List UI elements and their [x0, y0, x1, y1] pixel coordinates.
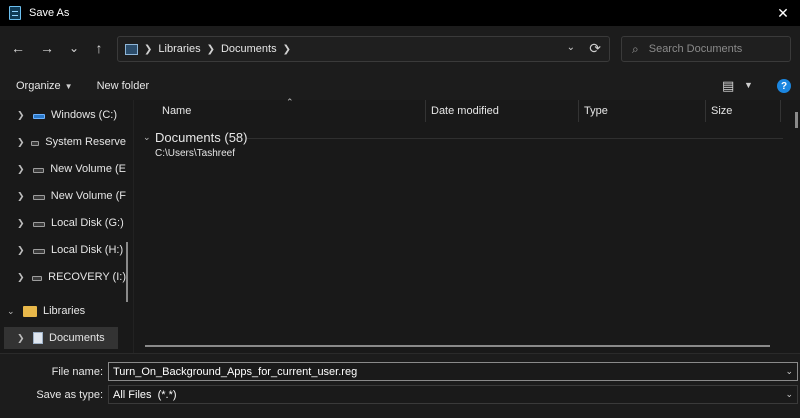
file-name-row: File name: Turn_On_Background_Apps_for_c…	[0, 362, 800, 381]
sidebar-item-windows-c[interactable]: ❯ Windows (C:)	[0, 104, 126, 126]
column-header-name[interactable]: Name	[162, 100, 191, 122]
vertical-scrollbar[interactable]	[795, 112, 798, 128]
sidebar-item-label: RECOVERY (I:)	[48, 271, 126, 283]
search-box[interactable]: ⌕	[621, 36, 791, 62]
drive-icon	[32, 194, 45, 200]
windows-drive-icon	[33, 113, 45, 119]
chevron-right-icon[interactable]: ❯	[283, 44, 291, 55]
sidebar-item-local-disk-g[interactable]: ❯ Local Disk (G:)	[0, 212, 126, 234]
sidebar-item-label: System Reserve	[45, 136, 126, 148]
sidebar-item-new-volume-e[interactable]: ❯ New Volume (E	[0, 158, 126, 180]
sidebar-item-documents[interactable]: ❯ Documents	[4, 327, 118, 349]
back-arrow-icon[interactable]: ←	[7, 37, 29, 59]
sidebar-item-local-disk-h[interactable]: ❯ Local Disk (H:)	[0, 239, 126, 261]
sidebar-scrollbar[interactable]	[126, 242, 128, 302]
save-type-select[interactable]: All Files (*.*) ⌄	[108, 385, 798, 404]
column-divider[interactable]	[780, 100, 781, 122]
search-input[interactable]	[648, 43, 779, 55]
sidebar-item-new-volume-f[interactable]: ❯ New Volume (F	[0, 185, 126, 207]
column-divider[interactable]	[578, 100, 579, 122]
up-arrow-icon[interactable]: ↑	[88, 37, 110, 59]
save-type-label: Save as type:	[36, 388, 103, 401]
new-folder-button[interactable]: New folder	[97, 80, 150, 92]
file-name-value[interactable]: Turn_On_Background_Apps_for_current_user…	[113, 366, 357, 378]
refresh-icon[interactable]: ⟳	[589, 40, 601, 57]
column-divider[interactable]	[425, 100, 426, 122]
chevron-down-icon[interactable]: ⌄	[785, 366, 793, 377]
sidebar-item-label: New Volume (F	[50, 190, 126, 202]
address-bar[interactable]: ❯ Libraries ❯ Documents ❯ ⌄ ⟳	[117, 36, 610, 62]
group-path: C:\Users\Tashreef	[155, 148, 236, 159]
chevron-right-icon[interactable]: ❯	[17, 137, 25, 148]
group-header[interactable]: ⌄ Documents (58)	[143, 130, 247, 145]
chevron-right-icon: ❯	[144, 43, 153, 55]
drive-icon	[33, 248, 45, 254]
sort-ascending-icon: ⌃	[286, 97, 294, 107]
forward-arrow-icon[interactable]: →	[36, 37, 58, 59]
sidebar-item-label: Windows (C:)	[51, 109, 118, 121]
recent-locations-icon[interactable]: ⌄	[63, 37, 85, 59]
chevron-right-icon[interactable]: ❯	[17, 110, 27, 121]
chevron-down-icon[interactable]: ⌄	[7, 306, 17, 317]
chevron-down-icon[interactable]: ⌄	[143, 132, 155, 143]
command-toolbar: Organize ▼ New folder ▤ ▼ ?	[0, 72, 800, 100]
file-list: ⌃ Name Date modified Type Size ⌄ Documen…	[134, 97, 800, 353]
group-divider	[247, 138, 783, 139]
chevron-down-icon[interactable]: ⌄	[567, 42, 575, 53]
library-icon	[125, 43, 138, 55]
chevron-right-icon[interactable]: ❯	[17, 164, 27, 175]
file-name-label: File name:	[51, 365, 103, 378]
caret-down-icon: ▼	[64, 82, 73, 91]
breadcrumb-libraries[interactable]: Libraries	[158, 43, 200, 55]
organize-button[interactable]: Organize ▼	[16, 80, 73, 92]
column-header-date-modified[interactable]: Date modified	[431, 100, 499, 122]
save-form: File name: Turn_On_Background_Apps_for_c…	[0, 353, 800, 418]
chevron-right-icon[interactable]: ❯	[17, 333, 27, 344]
drive-icon	[32, 167, 45, 173]
view-details-icon[interactable]: ▤	[722, 78, 734, 94]
notepad-icon	[9, 6, 21, 20]
drive-icon	[33, 221, 45, 227]
title-bar: Save As ✕	[0, 0, 800, 26]
organize-label: Organize	[16, 80, 61, 92]
view-options-caret-icon[interactable]: ▼	[744, 80, 753, 90]
sidebar-item-recovery-i[interactable]: ❯ RECOVERY (I:)	[0, 266, 126, 288]
navigation-pane: ❯ Windows (C:) ❯ System Reserve ❯ New Vo…	[0, 100, 134, 353]
sidebar-item-label: Documents	[49, 332, 105, 344]
chevron-right-icon[interactable]: ❯	[17, 272, 26, 283]
drive-icon	[30, 140, 40, 146]
file-name-field[interactable]: Turn_On_Background_Apps_for_current_user…	[108, 362, 798, 381]
sidebar-item-system-reserved[interactable]: ❯ System Reserve	[0, 131, 126, 153]
column-header-type[interactable]: Type	[584, 100, 608, 122]
sidebar-item-label: Local Disk (G:)	[51, 217, 124, 229]
chevron-right-icon[interactable]: ❯	[17, 191, 27, 202]
column-divider[interactable]	[705, 100, 706, 122]
horizontal-scrollbar[interactable]	[145, 345, 770, 347]
search-icon: ⌕	[632, 41, 639, 56]
column-header-size[interactable]: Size	[711, 100, 732, 122]
group-title: Documents (58)	[155, 130, 248, 145]
chevron-right-icon: ❯	[206, 43, 215, 55]
sidebar-item-libraries[interactable]: ⌄ Libraries	[0, 300, 126, 322]
documents-icon	[33, 332, 43, 344]
save-type-value[interactable]: All Files (*.*)	[113, 389, 177, 401]
window-title: Save As	[29, 7, 70, 19]
chevron-right-icon[interactable]: ❯	[17, 218, 27, 229]
folder-icon	[23, 305, 37, 317]
chevron-right-icon[interactable]: ❯	[17, 245, 27, 256]
help-icon[interactable]: ?	[777, 79, 791, 93]
sidebar-item-label: New Volume (E	[50, 163, 126, 175]
sidebar-item-label: Local Disk (H:)	[51, 244, 124, 256]
navigation-bar: ← → ⌄ ↑ ❯ Libraries ❯ Documents ❯ ⌄ ⟳ ⌕	[0, 26, 800, 72]
close-icon[interactable]: ✕	[766, 0, 800, 26]
sidebar-item-label: Libraries	[43, 305, 86, 317]
chevron-down-icon[interactable]: ⌄	[785, 389, 793, 400]
drive-icon	[31, 275, 43, 281]
breadcrumb-documents[interactable]: Documents	[221, 43, 277, 55]
save-type-row: Save as type: All Files (*.*) ⌄	[0, 385, 800, 404]
